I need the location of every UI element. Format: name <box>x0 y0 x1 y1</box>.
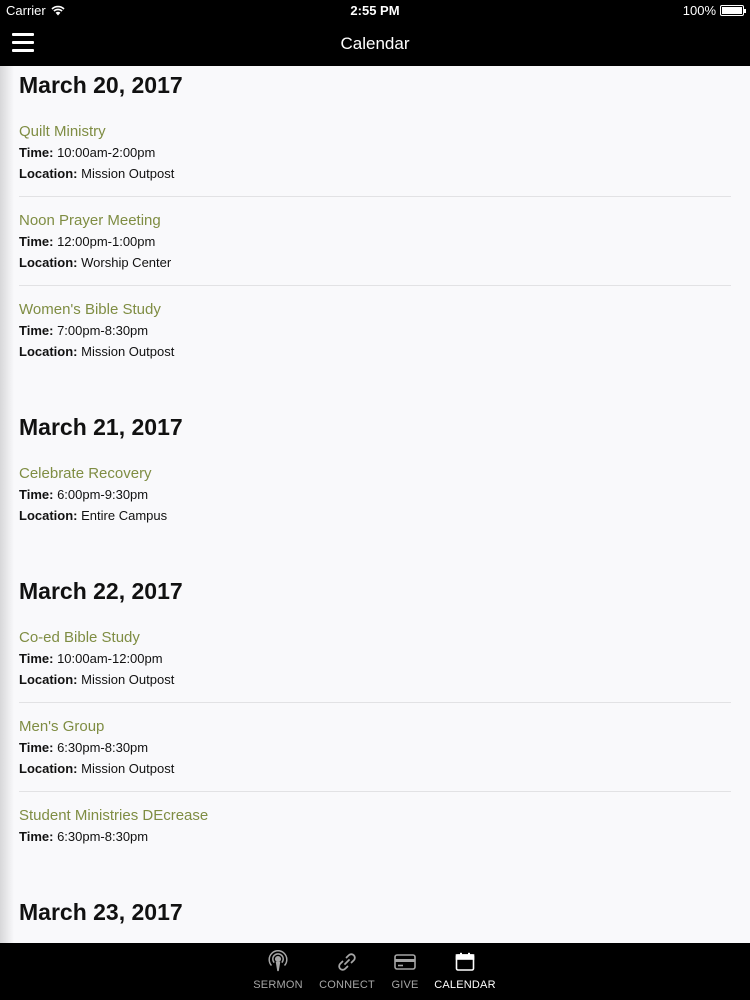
event-time-label: Time: <box>19 740 54 755</box>
event-location: Location: Mission Outpost <box>19 163 731 184</box>
event-time: Time: 10:00am-12:00pm <box>19 648 731 669</box>
event-title[interactable]: Quilt Ministry <box>19 122 731 142</box>
day-section: March 22, 2017 Co-ed Bible Study Time: 10:… <box>0 574 750 893</box>
event-location: Location: Entire Campus <box>19 505 731 526</box>
event-location-value: Mission Outpost <box>81 761 175 776</box>
page-title: Calendar <box>340 34 410 53</box>
event-time-label: Time: <box>19 323 54 338</box>
status-bar: Carrier 2:55 PM 100% <box>0 0 750 22</box>
event-item[interactable]: Co-ed Bible Study Time: 10:00am-12:00pm Lo… <box>19 628 731 703</box>
battery-info: 100% <box>682 3 746 18</box>
event-location: Location: Mission Outpost <box>19 758 731 779</box>
event-item[interactable]: Celebrate Recovery Time: 6:00pm-9:30pm Loc… <box>19 464 731 538</box>
event-time: Time: 7:00pm-8:30pm <box>19 320 731 341</box>
event-time-value: 12:00pm-1:00pm <box>57 234 156 249</box>
event-time: Time: 6:30pm-8:30pm <box>19 826 731 847</box>
event-location: Location: Worship Center <box>19 252 731 273</box>
event-time-value: 6:00pm-9:30pm <box>57 487 149 502</box>
day-section: March 23, 2017Women's Bible StudyTime: 1… <box>0 895 750 943</box>
day-header: March 20, 2017 <box>19 72 183 98</box>
day-header: March 21, 2017 <box>19 414 183 440</box>
event-title[interactable]: Women's Bible Study <box>19 300 731 320</box>
event-time-label: Time: <box>19 487 54 502</box>
calendar-list[interactable]: March 20, 2017 Quilt Ministry Time: 10:00a… <box>0 66 750 943</box>
day-header: March 23, 2017 <box>19 899 183 925</box>
event-time: Time: 10:00am-2:00pm <box>19 142 731 163</box>
event-location-label: Location: <box>19 508 78 523</box>
event-item[interactable]: Men's Group Time: 6:30pm-8:30pm Location: … <box>19 717 731 792</box>
event-location-label: Location: <box>19 255 78 270</box>
event-list: Celebrate Recovery Time: 6:00pm-9:30pm Loc… <box>19 464 731 538</box>
day-spacer <box>19 873 731 893</box>
event-title[interactable]: Men's Group <box>19 717 731 737</box>
event-location-value: Mission Outpost <box>81 672 175 687</box>
event-time-label: Time: <box>19 145 54 160</box>
event-list: Quilt Ministry Time: 10:00am-2:00pm Locati… <box>19 122 731 374</box>
tab-calendar[interactable]: CALENDAR <box>430 949 500 991</box>
event-time: Time: 6:30pm-8:30pm <box>19 737 731 758</box>
event-location-value: Mission Outpost <box>81 166 175 181</box>
event-time-value: 10:00am-2:00pm <box>57 145 156 160</box>
credit-card-icon <box>394 954 416 970</box>
event-location-value: Mission Outpost <box>81 344 175 359</box>
tab-label: SERMON <box>253 979 303 991</box>
event-title[interactable]: Celebrate Recovery <box>19 464 731 484</box>
event-time: Time: 12:00pm-1:00pm <box>19 231 731 252</box>
tab-bar: SERMON CONNECT GIVE CALENDAR <box>0 943 750 1000</box>
event-time-label: Time: <box>19 829 54 844</box>
event-title[interactable]: Co-ed Bible Study <box>19 628 731 648</box>
event-location: Location: Mission Outpost <box>19 341 731 362</box>
event-item[interactable]: Noon Prayer Meeting Time: 12:00pm-1:00pm L… <box>19 211 731 286</box>
day-spacer <box>19 552 731 572</box>
calendar-icon <box>455 952 475 971</box>
battery-icon <box>720 5 746 16</box>
event-time-value: 6:30pm-8:30pm <box>57 829 149 844</box>
nav-bar: Calendar <box>0 22 750 66</box>
event-title[interactable]: Noon Prayer Meeting <box>19 211 731 231</box>
event-time-label: Time: <box>19 651 54 666</box>
event-time: Time: 6:00pm-9:30pm <box>19 484 731 505</box>
status-time: 2:55 PM <box>350 3 400 18</box>
event-location-value: Worship Center <box>81 255 172 270</box>
event-time-value: 7:00pm-8:30pm <box>57 323 149 338</box>
event-title[interactable]: Student Ministries DEcrease <box>19 806 731 826</box>
event-time-label: Time: <box>19 234 54 249</box>
day-section: March 21, 2017 Celebrate Recovery Time: 6:… <box>0 410 750 572</box>
event-location-label: Location: <box>19 166 78 181</box>
link-icon <box>338 953 356 971</box>
podcast-icon <box>268 950 288 972</box>
day-section: March 20, 2017 Quilt Ministry Time: 10:00a… <box>0 68 750 408</box>
event-location-value: Entire Campus <box>81 508 168 523</box>
event-location-label: Location: <box>19 672 78 687</box>
event-item[interactable]: Quilt Ministry Time: 10:00am-2:00pm Locati… <box>19 122 731 197</box>
event-item[interactable]: Women's Bible Study Time: 7:00pm-8:30pm Lo… <box>19 300 731 374</box>
event-location-label: Location: <box>19 344 78 359</box>
event-location-label: Location: <box>19 761 78 776</box>
event-location: Location: Mission Outpost <box>19 669 731 690</box>
battery-percent: 100% <box>682 3 716 18</box>
tab-sermon[interactable]: SERMON <box>243 949 313 991</box>
event-time-value: 10:00am-12:00pm <box>57 651 163 666</box>
day-spacer <box>19 388 731 408</box>
day-header: March 22, 2017 <box>19 578 183 604</box>
event-list: Co-ed Bible Study Time: 10:00am-12:00pm Lo… <box>19 628 731 859</box>
event-time-value: 6:30pm-8:30pm <box>57 740 149 755</box>
event-item[interactable]: Student Ministries DEcrease Time: 6:30pm-… <box>19 806 731 859</box>
tab-label: CALENDAR <box>434 979 496 991</box>
